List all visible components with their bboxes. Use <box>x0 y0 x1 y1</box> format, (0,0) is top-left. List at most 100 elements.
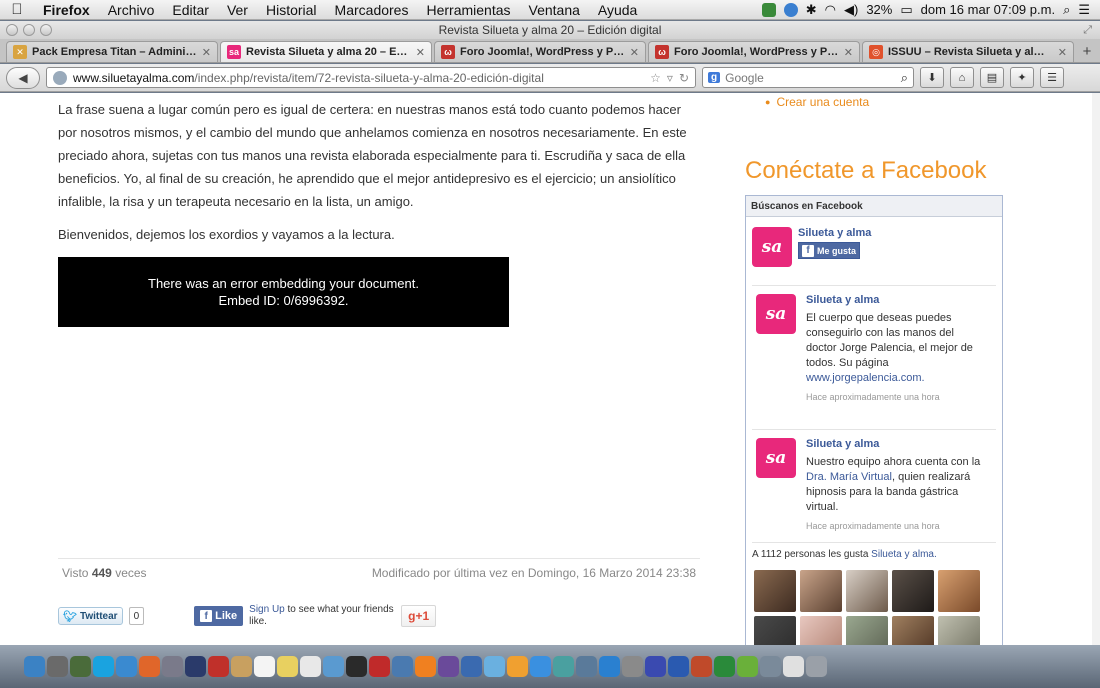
menu-historial[interactable]: Historial <box>257 2 326 18</box>
post-time[interactable]: Hace aproximadamente una hora <box>806 392 986 402</box>
minimize-window-button[interactable] <box>23 24 35 36</box>
back-button[interactable]: ◀ <box>6 66 40 89</box>
menu-app-firefox[interactable]: Firefox <box>34 2 99 18</box>
menu-button[interactable]: ☰ <box>1040 67 1064 88</box>
menu-ayuda[interactable]: Ayuda <box>589 2 646 18</box>
fan-avatar[interactable] <box>800 616 842 645</box>
photo-booth-icon[interactable] <box>369 656 390 677</box>
reload-icon[interactable]: ↻ <box>679 71 689 85</box>
finder-icon[interactable] <box>24 656 45 677</box>
silueta-logo-icon[interactable]: sa <box>756 294 796 334</box>
menu-ver[interactable]: Ver <box>218 2 257 18</box>
menu-editar[interactable]: Editar <box>163 2 218 18</box>
fan-avatar[interactable] <box>892 616 934 645</box>
zoom-window-button[interactable] <box>40 24 52 36</box>
migration-icon[interactable] <box>576 656 597 677</box>
network-icon[interactable] <box>760 656 781 677</box>
bookmark-star-icon[interactable]: ☆ <box>650 71 661 85</box>
google-plus-button[interactable]: g+1 <box>401 605 437 627</box>
tab-foro-joomla-1[interactable]: ω Foro Joomla!, WordPress y Pres... ✕ <box>434 41 646 62</box>
search-bar[interactable]: g Google ⌕ <box>702 67 914 88</box>
blurb-icon[interactable] <box>645 656 666 677</box>
downloads-button[interactable]: ⬇ <box>920 67 944 88</box>
utility-icon[interactable] <box>162 656 183 677</box>
post-author[interactable]: Silueta y alma <box>806 294 986 306</box>
ibooks-icon[interactable] <box>507 656 528 677</box>
fan-avatar[interactable] <box>754 570 796 612</box>
time-machine-icon[interactable] <box>553 656 574 677</box>
close-window-button[interactable] <box>6 24 18 36</box>
silueta-logo-icon[interactable]: sa <box>752 227 792 267</box>
fan-avatar[interactable] <box>846 616 888 645</box>
bookmarks-button[interactable]: ▤ <box>980 67 1004 88</box>
vlc-icon[interactable] <box>415 656 436 677</box>
fan-avatar[interactable] <box>754 616 796 645</box>
photoshop-icon[interactable] <box>185 656 206 677</box>
contacts-icon[interactable] <box>231 656 252 677</box>
likes-page-link[interactable]: Silueta y alma. <box>871 549 937 560</box>
status-app-icon[interactable] <box>761 2 776 17</box>
battery-icon[interactable]: ▭ <box>900 2 912 18</box>
fullscreen-icon[interactable]: ⤢ <box>1083 24 1092 37</box>
tab-close-icon[interactable]: ✕ <box>416 46 425 59</box>
fan-avatar[interactable] <box>800 570 842 612</box>
menu-archivo[interactable]: Archivo <box>99 2 164 18</box>
menu-herramientas[interactable]: Herramientas <box>417 2 519 18</box>
apple-menu-icon[interactable]:  <box>0 1 34 18</box>
fan-avatar[interactable] <box>938 570 980 612</box>
search-icon[interactable]: ⌕ <box>901 70 908 86</box>
word-icon[interactable] <box>668 656 689 677</box>
fan-avatar[interactable] <box>938 616 980 645</box>
app-store-icon[interactable] <box>530 656 551 677</box>
create-account-link[interactable]: Crear una cuenta <box>776 95 869 109</box>
spotlight-icon[interactable]: ⌕ <box>1063 2 1070 18</box>
trash-icon[interactable] <box>806 656 827 677</box>
notification-center-icon[interactable]: ☰ <box>1078 2 1090 18</box>
vertical-scrollbar[interactable] <box>1092 93 1100 645</box>
url-bar[interactable]: www.siluetayalma.com/index.php/revista/i… <box>46 67 696 88</box>
signup-link[interactable]: Sign Up <box>249 604 285 615</box>
menu-ventana[interactable]: Ventana <box>520 2 589 18</box>
itunes-icon[interactable] <box>484 656 505 677</box>
fb-page-name[interactable]: Silueta y alma <box>798 227 871 239</box>
menu-marcadores[interactable]: Marcadores <box>326 2 418 18</box>
tab-close-icon[interactable]: ✕ <box>630 46 639 59</box>
clock[interactable]: dom 16 mar 07:09 p.m. <box>921 2 1055 17</box>
tab-close-icon[interactable]: ✕ <box>202 46 211 59</box>
imovie-icon[interactable] <box>438 656 459 677</box>
firefox-icon[interactable] <box>139 656 160 677</box>
system-prefs-icon[interactable] <box>622 656 643 677</box>
volume-icon[interactable]: ◀) <box>844 2 858 18</box>
tab-issuu[interactable]: ◎ ISSUU – Revista Silueta y alma ... ✕ <box>862 41 1074 62</box>
iphoto-icon[interactable] <box>392 656 413 677</box>
search-engine-icon[interactable]: g <box>708 72 721 83</box>
post-mention[interactable]: Dra. María Virtual <box>806 471 892 483</box>
dropbox-icon[interactable] <box>783 2 798 17</box>
acrobat-icon[interactable] <box>208 656 229 677</box>
tab-close-icon[interactable]: ✕ <box>1058 46 1067 59</box>
document-icon[interactable] <box>783 656 804 677</box>
download-icon[interactable] <box>599 656 620 677</box>
home-button[interactable]: ⌂ <box>950 67 974 88</box>
fan-avatar[interactable] <box>892 570 934 612</box>
safari-icon[interactable] <box>116 656 137 677</box>
powerpoint-icon[interactable] <box>691 656 712 677</box>
site-identity-icon[interactable] <box>53 70 67 85</box>
tab-foro-joomla-2[interactable]: ω Foro Joomla!, WordPress y Pres... ✕ <box>648 41 860 62</box>
tab-revista-silueta[interactable]: sa Revista Silueta y alma 20 – Edi... ✕ <box>220 41 432 62</box>
tab-close-icon[interactable]: ✕ <box>844 46 853 59</box>
dashboard-icon[interactable] <box>47 656 68 677</box>
facebook-like-button[interactable]: f Like <box>194 606 244 626</box>
silueta-logo-icon[interactable]: sa <box>756 438 796 478</box>
textedit-icon[interactable] <box>300 656 321 677</box>
post-time[interactable]: Hace aproximadamente una hora <box>806 521 986 531</box>
fan-avatar[interactable] <box>846 570 888 612</box>
mission-control-icon[interactable] <box>70 656 91 677</box>
preview-icon[interactable] <box>323 656 344 677</box>
post-author[interactable]: Silueta y alma <box>806 438 986 450</box>
excel-icon[interactable] <box>714 656 735 677</box>
battery-percent[interactable]: 32% <box>866 2 892 17</box>
dvd-icon[interactable] <box>346 656 367 677</box>
tweet-button[interactable]: 🐦︎ Twittear <box>58 607 123 625</box>
quicktime-icon[interactable] <box>461 656 482 677</box>
